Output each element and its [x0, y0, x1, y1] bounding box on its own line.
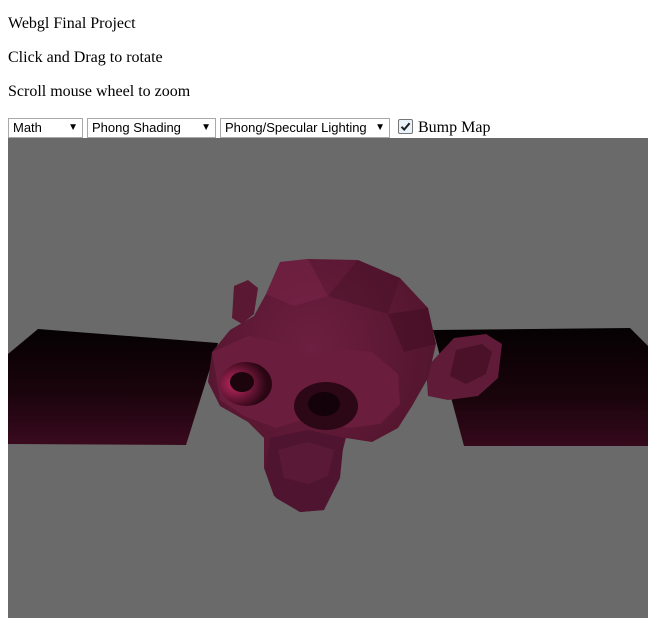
lighting-select-value: Phong/Specular Lighting	[225, 120, 367, 135]
dropdown-arrow-icon: ▼	[68, 122, 78, 133]
shading-select[interactable]: Phong Shading ▼	[87, 118, 216, 138]
dropdown-arrow-icon: ▼	[201, 122, 211, 133]
page-title: Webgl Final Project	[8, 15, 136, 32]
model-select-value: Math	[13, 120, 42, 135]
plane-left	[8, 329, 218, 445]
shading-select-value: Phong Shading	[92, 120, 181, 135]
model-select[interactable]: Math ▼	[8, 118, 83, 138]
bump-map-label: Bump Map	[418, 119, 491, 136]
webgl-canvas[interactable]	[8, 138, 648, 618]
zoom-instruction: Scroll mouse wheel to zoom	[8, 83, 191, 100]
dropdown-arrow-icon: ▼	[375, 122, 385, 133]
rotate-instruction: Click and Drag to rotate	[8, 49, 163, 66]
rendered-scene	[8, 259, 648, 512]
bump-map-checkbox[interactable]	[398, 119, 413, 134]
lighting-select[interactable]: Phong/Specular Lighting ▼	[220, 118, 390, 138]
checkmark-icon	[400, 122, 411, 131]
